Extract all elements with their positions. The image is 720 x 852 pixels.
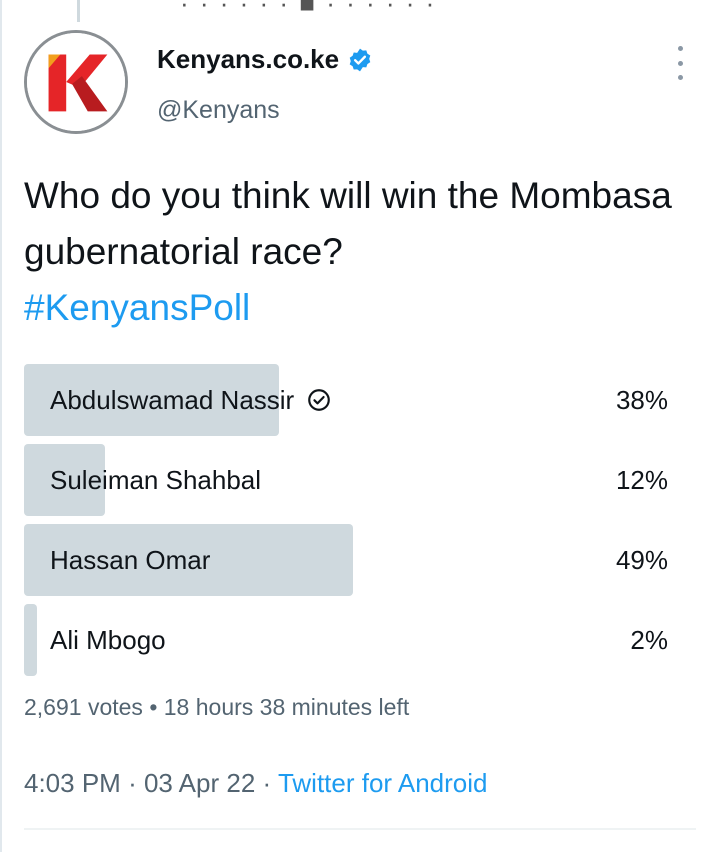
- hashtag-link[interactable]: #KenyansPoll: [24, 287, 250, 328]
- more-vertical-icon[interactable]: [670, 46, 690, 80]
- verified-badge-icon: [349, 48, 371, 71]
- poll-option-label: Suleiman Shahbal: [50, 465, 262, 495]
- poll-option: Suleiman Shahbal 12%: [24, 444, 696, 516]
- poll: Abdulswamad Nassir 38% Suleiman Shahbal …: [24, 364, 696, 684]
- display-name[interactable]: Kenyans.co.ke: [157, 44, 339, 75]
- author-handle[interactable]: @Kenyans: [157, 96, 280, 125]
- separator: ·: [262, 768, 272, 798]
- time-left: 18 hours 38 minutes left: [163, 694, 410, 720]
- tweet-date[interactable]: 03 Apr 22: [144, 768, 255, 798]
- tweet-time[interactable]: 4:03 PM: [24, 768, 121, 798]
- poll-option-percent: 38%: [615, 385, 668, 415]
- separator: ·: [128, 768, 137, 798]
- poll-option: Hassan Omar 49%: [24, 524, 696, 596]
- poll-option: Ali Mbogo 2%: [24, 604, 696, 676]
- poll-meta: 2,691 votes • 18 hours 38 minutes left: [24, 694, 409, 721]
- poll-option-label: Abdulswamad Nassir: [50, 385, 295, 415]
- poll-option-percent: 49%: [615, 545, 668, 575]
- thread-connector: [77, 0, 80, 22]
- poll-option-percent: 2%: [630, 625, 668, 655]
- meta-bullet: •: [149, 694, 158, 720]
- poll-option-percent: 12%: [615, 465, 668, 495]
- vote-count: 2,691 votes: [24, 694, 143, 720]
- divider: [24, 828, 696, 830]
- author-name-row[interactable]: Kenyans.co.ke: [157, 44, 373, 75]
- tweet-timestamp-row: 4:03 PM · 03 Apr 22 · Twitter for Androi…: [24, 768, 488, 799]
- left-edge-line: [0, 0, 2, 852]
- cropped-header-fragment: · · · · · · ■ · · · · · ·: [180, 0, 437, 18]
- kenyans-logo: [27, 33, 125, 131]
- tweet-body: Who do you think will win the Mombasa gu…: [24, 175, 672, 272]
- tweet-text: Who do you think will win the Mombasa gu…: [24, 168, 694, 336]
- poll-bar: [24, 604, 37, 676]
- check-circle-icon: [308, 389, 331, 411]
- poll-option-label: Hassan Omar: [50, 545, 211, 575]
- poll-option: Abdulswamad Nassir 38%: [24, 364, 696, 436]
- poll-option-label: Ali Mbogo: [50, 625, 166, 655]
- avatar[interactable]: [24, 30, 128, 134]
- tweet-source-link[interactable]: Twitter for Android: [278, 768, 488, 798]
